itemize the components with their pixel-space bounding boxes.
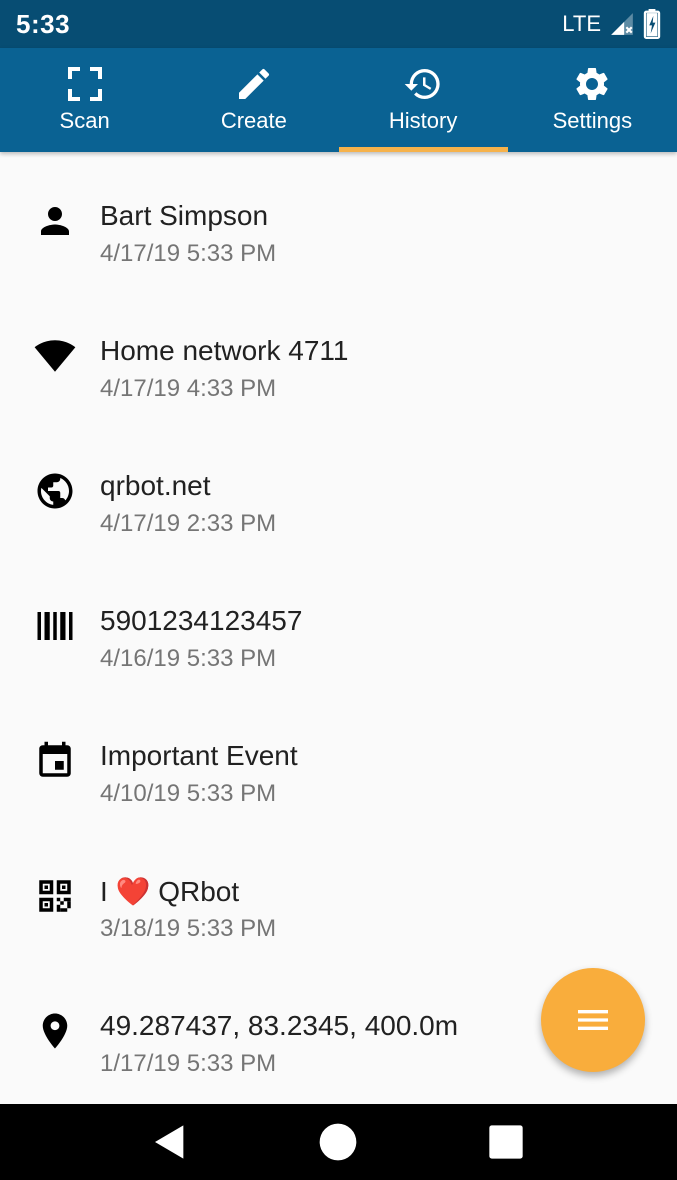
- history-item-wifi[interactable]: Home network 4711 4/17/19 4:33 PM: [0, 287, 677, 422]
- globe-icon: [37, 473, 73, 509]
- back-icon[interactable]: [150, 1122, 190, 1162]
- history-item-text[interactable]: I ❤️ QRbot 3/18/19 5:33 PM: [0, 827, 677, 962]
- tab-history[interactable]: History: [338, 48, 508, 152]
- recents-icon[interactable]: [486, 1122, 526, 1162]
- tab-create[interactable]: Create: [169, 48, 338, 152]
- gear-icon: [576, 67, 608, 100]
- history-item-url[interactable]: qrbot.net 4/17/19 2:33 PM: [0, 422, 677, 557]
- tab-settings[interactable]: Settings: [508, 48, 677, 152]
- history-item-date: 4/10/19 5:33 PM: [100, 780, 277, 807]
- status-time: 5:33: [16, 8, 71, 39]
- history-list: Bart Simpson 4/17/19 5:33 PM Home networ…: [0, 152, 677, 1104]
- network-type: LTE: [562, 11, 601, 36]
- title-suffix: QRbot: [158, 876, 240, 907]
- history-item-date: 4/17/19 4:33 PM: [100, 375, 277, 402]
- signal-icon: [611, 13, 633, 35]
- tab-scan-label: Scan: [59, 108, 110, 133]
- status-bar: 5:33 LTE: [0, 0, 677, 48]
- history-item-title: 49.287437, 83.2345, 400.0m: [100, 1010, 459, 1041]
- history-item-title: I ❤️ QRbot: [100, 875, 239, 908]
- history-item-title: Bart Simpson: [100, 200, 269, 231]
- history-item-date: 4/17/19 2:33 PM: [100, 510, 277, 537]
- title-prefix: I: [100, 876, 108, 907]
- history-item-title: 5901234123457: [100, 605, 303, 636]
- system-nav-bar: [0, 1104, 677, 1180]
- location-pin-icon: [42, 1013, 68, 1049]
- heart-emoji: ❤️: [115, 876, 151, 907]
- history-item-title: Important Event: [100, 740, 298, 771]
- barcode-icon: [37, 612, 73, 640]
- tab-settings-label: Settings: [552, 108, 633, 133]
- tab-history-label: History: [388, 108, 458, 133]
- wifi-icon: [34, 340, 76, 372]
- history-icon: [404, 69, 440, 100]
- history-item-title: Home network 4711: [100, 335, 349, 366]
- status-icons: LTE: [562, 9, 661, 39]
- app-bar-tabs: Scan Create History Settings: [0, 48, 677, 152]
- history-item-contact[interactable]: Bart Simpson 4/17/19 5:33 PM: [0, 152, 677, 287]
- home-icon[interactable]: [318, 1122, 358, 1162]
- qr-code-icon: [39, 880, 71, 912]
- history-item-event[interactable]: Important Event 4/10/19 5:33 PM: [0, 692, 677, 827]
- pencil-icon: [238, 68, 269, 99]
- tab-scan[interactable]: Scan: [0, 48, 169, 152]
- battery-icon: [643, 9, 661, 39]
- history-item-title: qrbot.net: [100, 470, 211, 501]
- menu-fab-button[interactable]: [541, 968, 645, 1072]
- history-item-date: 1/17/19 5:33 PM: [100, 1050, 277, 1077]
- history-item-date: 4/17/19 5:33 PM: [100, 240, 277, 267]
- history-item-date: 3/18/19 5:33 PM: [100, 915, 277, 942]
- person-icon: [41, 207, 69, 235]
- tab-create-label: Create: [220, 108, 287, 133]
- calendar-icon: [39, 741, 71, 777]
- history-item-barcode[interactable]: 5901234123457 4/16/19 5:33 PM: [0, 557, 677, 692]
- scan-frame-icon: [67, 67, 102, 101]
- history-item-date: 4/16/19 5:33 PM: [100, 645, 277, 672]
- menu-icon: [578, 1010, 608, 1030]
